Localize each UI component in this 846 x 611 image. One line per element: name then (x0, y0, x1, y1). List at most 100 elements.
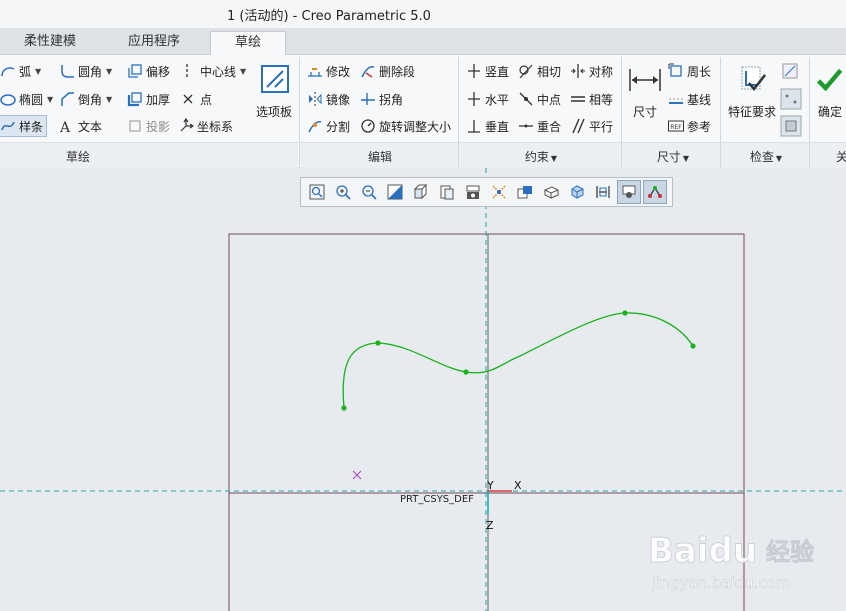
csys-name-label: PRT_CSYS_DEF (400, 494, 474, 505)
corner-icon (361, 93, 375, 105)
sketch-view-button[interactable] (591, 180, 615, 204)
parallel-constraint-button[interactable]: 平行 (570, 115, 613, 137)
ok-button[interactable]: 确定 (814, 63, 846, 120)
arc-button[interactable]: 弧 ▼ (0, 60, 41, 82)
overlap-geometry-button[interactable] (782, 60, 801, 82)
display-style-button[interactable] (409, 180, 433, 204)
overlap-geometry-icon (782, 63, 798, 79)
point-label: 点 (200, 92, 213, 107)
constrain-group-label: 约束 (524, 150, 549, 164)
spline-point[interactable] (375, 340, 381, 346)
baseline-icon (669, 98, 683, 104)
point-button[interactable]: 点 (181, 88, 212, 110)
window-title: 1 (活动的) - Creo Parametric 5.0 (227, 9, 431, 24)
corner-label: 拐角 (379, 92, 404, 107)
dimension-button[interactable]: 尺寸 (627, 63, 663, 120)
offset-button[interactable]: 偏移 (127, 60, 170, 82)
feature-requirements-label: 特征要求 (727, 105, 776, 119)
reference-button[interactable]: REF 参考 (668, 115, 711, 137)
perpendicular-constraint-button[interactable]: 垂直 (466, 115, 509, 137)
corner-button[interactable]: 拐角 (360, 88, 403, 110)
thicken-button[interactable]: 加厚 (127, 88, 170, 110)
csys-button[interactable]: 坐标系 (178, 115, 233, 137)
inspect-group-menu[interactable]: 检查 ▼ (745, 148, 787, 165)
saved-orientations-button[interactable] (435, 180, 459, 204)
constrain-group-menu[interactable]: 约束 ▼ (520, 148, 562, 165)
zoom-in-icon (336, 185, 351, 200)
coincident-constraint-button[interactable]: 重合 (518, 115, 561, 137)
chevron-down-icon: ▼ (35, 66, 42, 76)
symmetric-label: 对称 (589, 64, 614, 79)
modify-button[interactable]: 修改 (307, 60, 350, 82)
text-icon: A (59, 120, 71, 134)
annotation-icon (517, 186, 532, 199)
spline-point[interactable] (463, 369, 469, 375)
symmetric-constraint-button[interactable]: 对称 (570, 60, 613, 82)
perimeter-button[interactable]: 周长 (668, 60, 711, 82)
sketcher-display-filters-button[interactable] (617, 180, 641, 204)
project-button[interactable]: 投影 (127, 115, 170, 137)
tab-sketch[interactable]: 草绘 (210, 31, 286, 56)
shade-closed-loops-button[interactable] (780, 115, 805, 137)
midpoint-constraint-button[interactable]: 中点 (518, 88, 561, 110)
check-icon (816, 68, 843, 92)
repaint-button[interactable] (383, 180, 407, 204)
midpoint-label: 中点 (537, 92, 562, 107)
refit-button[interactable] (305, 180, 329, 204)
highlight-open-ends-button[interactable] (780, 88, 805, 110)
dimension-group-label: 尺寸 (656, 150, 681, 164)
horizontal-label: 水平 (485, 92, 510, 107)
datum-display-button[interactable] (487, 180, 511, 204)
annotation-display-button[interactable] (513, 180, 537, 204)
zoom-in-button[interactable] (331, 180, 355, 204)
camera-icon (466, 185, 480, 199)
delete-segment-icon (361, 65, 375, 78)
saved-views-icon (440, 185, 454, 200)
delete-segment-button[interactable]: 删除段 (360, 60, 415, 82)
mirror-button[interactable]: 镜像 (307, 88, 350, 110)
spin-center-button[interactable] (539, 180, 563, 204)
ellipse-button[interactable]: 椭圆 ▼ (0, 88, 53, 110)
modify-label: 修改 (326, 64, 351, 79)
offset-label: 偏移 (146, 64, 171, 79)
equal-label: 相等 (589, 92, 614, 107)
perimeter-label: 周长 (687, 64, 712, 79)
feature-requirements-button[interactable]: 特征要求 (726, 63, 778, 120)
tangent-constraint-button[interactable]: 相切 (518, 60, 561, 82)
thicken-label: 加厚 (146, 92, 171, 107)
perspective-button[interactable] (565, 180, 589, 204)
watermark-url-text: jingyan.baidu.com (651, 574, 790, 592)
closed-loops-icon (780, 115, 802, 137)
spline-point[interactable] (690, 343, 696, 349)
rotate-resize-button[interactable]: 旋转调整大小 (360, 115, 451, 137)
vertical-constraint-button[interactable]: 竖直 (466, 60, 509, 82)
view-manager-button[interactable] (461, 180, 485, 204)
ellipse-label: 椭圆 (19, 92, 44, 107)
palette-button[interactable]: 选项板 (254, 63, 294, 120)
centerline-label: 中心线 (200, 64, 237, 79)
spline-point[interactable] (622, 310, 628, 316)
spline-point[interactable] (341, 405, 347, 411)
baseline-button[interactable]: 基线 (668, 88, 711, 110)
chamfer-button[interactable]: 倒角 ▼ (59, 88, 112, 110)
zoom-out-button[interactable] (357, 180, 381, 204)
text-button[interactable]: A 文本 (59, 115, 102, 137)
centerline-button[interactable]: 中心线 ▼ (181, 60, 246, 82)
constraint-display-button[interactable] (643, 180, 667, 204)
horizontal-icon (468, 92, 480, 106)
palette-icon (261, 65, 289, 93)
sketch-spline[interactable] (342, 312, 694, 409)
fillet-button[interactable]: 圆角 ▼ (59, 60, 112, 82)
dimension-group-menu[interactable]: 尺寸 ▼ (652, 148, 694, 165)
spline-button[interactable]: 样条 (0, 115, 48, 137)
csys-y-label: Y (486, 479, 494, 492)
symmetric-icon (571, 64, 585, 78)
datum-display-icon (492, 185, 506, 199)
divide-button[interactable]: 分割 (307, 115, 350, 137)
tab-applications[interactable]: 应用程序 (104, 31, 204, 55)
horizontal-constraint-button[interactable]: 水平 (466, 88, 509, 110)
dimension-label: 尺寸 (632, 105, 657, 119)
feature-requirements-icon (741, 66, 766, 91)
equal-constraint-button[interactable]: 相等 (570, 88, 613, 110)
tab-flexible-modeling[interactable]: 柔性建模 (0, 31, 100, 55)
